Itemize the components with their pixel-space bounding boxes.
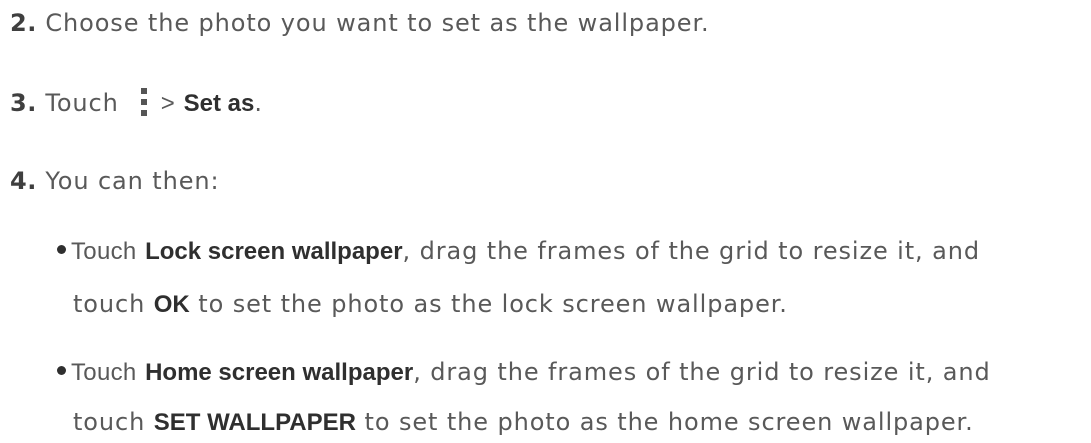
option-lead-2: touch <box>73 290 146 318</box>
option-text: , drag the frames of the grid to resize … <box>413 358 991 386</box>
step-suffix: . <box>254 89 263 117</box>
step-text: You can then: <box>45 167 220 195</box>
step-2: 2. Choose the photo you want to set as t… <box>10 8 710 38</box>
option-lead: Touch <box>71 238 137 265</box>
step-text: Choose the photo you want to set as the … <box>45 9 710 37</box>
ok-label: OK <box>153 291 190 318</box>
option-line-2: touch OK to set the photo as the lock sc… <box>73 289 788 320</box>
bullet-icon <box>57 244 66 254</box>
option-lead: Touch <box>71 359 137 386</box>
set-as-label: Set as <box>183 90 255 117</box>
option-lead-2: touch <box>73 408 146 436</box>
option-line-1: Touch Home screen wallpaper, drag the fr… <box>57 357 991 388</box>
step-3: 3. Touch > Set as. <box>10 88 263 119</box>
option-text-2: to set the photo as the lock screen wall… <box>198 290 788 318</box>
step-text-prefix: Touch <box>45 89 119 117</box>
bullet-icon <box>57 365 66 375</box>
step-4: 4. You can then: <box>10 166 219 196</box>
step-number: 4. <box>10 167 37 195</box>
option-text: , drag the frames of the grid to resize … <box>402 237 980 265</box>
step-separator: > <box>160 90 176 117</box>
step-number: 2. <box>10 9 37 37</box>
option-line-1: Touch Lock screen wallpaper, drag the fr… <box>57 236 980 267</box>
lock-screen-wallpaper-label: Lock screen wallpaper <box>145 238 403 265</box>
option-text-2: to set the photo as the home screen wall… <box>364 408 974 436</box>
home-screen-wallpaper-label: Home screen wallpaper <box>145 359 414 386</box>
set-wallpaper-label: SET WALLPAPER <box>153 409 356 436</box>
more-options-icon <box>140 88 147 116</box>
step-number: 3. <box>10 89 37 117</box>
option-line-2: touch SET WALLPAPER to set the photo as … <box>73 407 974 438</box>
